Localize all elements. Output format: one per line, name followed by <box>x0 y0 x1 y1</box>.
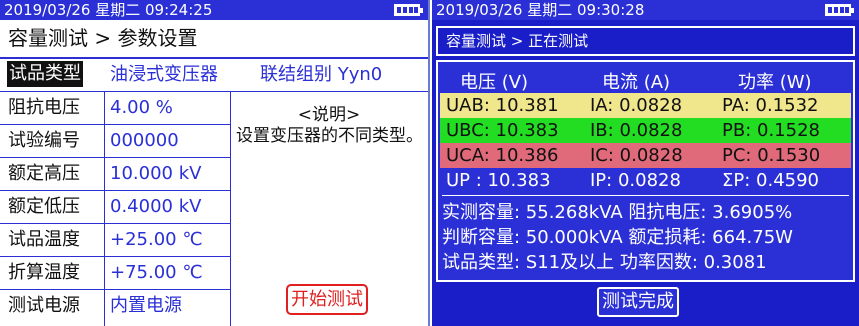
voltage-value: UCA: 10.386 <box>446 145 559 166</box>
param-label: 阻抗电压 <box>8 97 80 118</box>
sample-type-row[interactable]: 试品类型 油浸式变压器 联结组别 Yyn0 <box>0 58 428 92</box>
measurement-row-ab: UAB: 10.381 IA: 0.0828 PA: 0.1532 <box>440 93 851 118</box>
page-title-text: 容量测试 > 参数设置 <box>8 26 198 50</box>
param-label: 试品温度 <box>8 229 80 250</box>
status-bar: 2019/03/26 星期二 09:30:28 <box>432 0 859 20</box>
summary-line: 判断容量: 50.000kVA 额定损耗: 664.75W <box>442 227 793 248</box>
voltage-header: 电压 (V) <box>460 72 529 93</box>
sample-type-value[interactable]: 油浸式变压器 <box>110 60 218 89</box>
current-value: IA: 0.0828 <box>590 95 683 116</box>
power-value: ΣP: 0.4590 <box>722 170 819 191</box>
power-value: PB: 0.1528 <box>722 120 820 141</box>
param-row-rated-low-voltage[interactable]: 额定低压 0.4000 kV <box>0 190 230 224</box>
status-bar: 2019/03/26 星期二 09:24:25 <box>0 0 428 20</box>
measurement-row-ca: UCA: 10.386 IC: 0.0828 PC: 0.1530 <box>440 143 851 168</box>
page-title: 容量测试 > 参数设置 <box>0 20 428 59</box>
param-row-sample-temperature[interactable]: 试品温度 +25.00 ℃ <box>0 223 230 257</box>
testing-screen: 2019/03/26 星期二 09:30:28 容量测试 > 正在测试 电压 (… <box>432 0 859 326</box>
param-value[interactable]: 0.4000 kV <box>110 190 201 223</box>
param-value[interactable]: 10.000 kV <box>110 157 201 190</box>
datetime: 2019/03/26 星期二 09:24:25 <box>4 1 213 19</box>
param-label: 试验编号 <box>8 130 80 151</box>
parameter-settings-screen: 2019/03/26 星期二 09:24:25 容量测试 > 参数设置 试品类型… <box>0 0 430 326</box>
note-title: <说明> <box>297 105 361 125</box>
divider <box>442 195 849 196</box>
current-value: IP: 0.0828 <box>590 170 681 191</box>
power-value: PC: 0.1530 <box>722 145 821 166</box>
summary-line: 试品类型: S11及以上 功率因数: 0.3081 <box>442 252 767 273</box>
page-title-text: 容量测试 > 正在测试 <box>446 32 589 50</box>
current-value: IB: 0.0828 <box>590 120 683 141</box>
param-row-converted-temperature[interactable]: 折算温度 +75.00 ℃ <box>0 256 230 290</box>
measurement-panel: 电压 (V) 电流 (A) 功率 (W) UAB: 10.381 IA: 0.0… <box>436 60 855 282</box>
param-value[interactable]: +25.00 ℃ <box>110 223 203 256</box>
table-divider <box>230 91 231 326</box>
param-label: 测试电源 <box>8 295 80 316</box>
param-value[interactable]: 4.00 % <box>110 91 173 124</box>
param-row-impedance-voltage[interactable]: 阻抗电压 4.00 % <box>0 91 230 125</box>
battery-icon <box>394 4 423 16</box>
param-value[interactable]: 内置电源 <box>110 289 182 322</box>
param-value[interactable]: 000000 <box>110 124 179 157</box>
param-label: 额定高压 <box>8 163 80 184</box>
table-divider <box>104 91 105 326</box>
param-row-rated-high-voltage[interactable]: 额定高压 10.000 kV <box>0 157 230 191</box>
page-title: 容量测试 > 正在测试 <box>436 26 855 56</box>
battery-icon <box>825 4 854 16</box>
voltage-value: UBC: 10.383 <box>446 120 559 141</box>
power-value: PA: 0.1532 <box>722 95 819 116</box>
voltage-value: UAB: 10.381 <box>446 95 559 116</box>
current-header: 电流 (A) <box>602 72 671 93</box>
param-value[interactable]: +75.00 ℃ <box>110 256 203 289</box>
voltage-value: UP : 10.383 <box>446 170 551 191</box>
param-row-test-number[interactable]: 试验编号 000000 <box>0 124 230 158</box>
connection-group-value[interactable]: 联结组别 Yyn0 <box>260 60 382 89</box>
start-test-button[interactable]: 开始测试 <box>286 284 368 315</box>
note-text: 设置变压器的不同类型。 <box>236 126 423 146</box>
param-label: 额定低压 <box>8 196 80 217</box>
current-value: IC: 0.0828 <box>590 145 683 166</box>
test-complete-button[interactable]: 测试完成 <box>597 287 679 317</box>
measurement-row-total: UP : 10.383 IP: 0.0828 ΣP: 0.4590 <box>440 168 851 193</box>
summary-line: 实测容量: 55.268kVA 阻抗电压: 3.6905% <box>442 202 793 223</box>
sample-type-label[interactable]: 试品类型 <box>7 61 83 87</box>
measurement-row-bc: UBC: 10.383 IB: 0.0828 PB: 0.1528 <box>440 118 851 143</box>
power-header: 功率 (W) <box>738 72 812 93</box>
param-label: 折算温度 <box>8 262 80 283</box>
datetime: 2019/03/26 星期二 09:30:28 <box>436 1 645 19</box>
param-row-test-power-source[interactable]: 测试电源 内置电源 <box>0 289 230 322</box>
